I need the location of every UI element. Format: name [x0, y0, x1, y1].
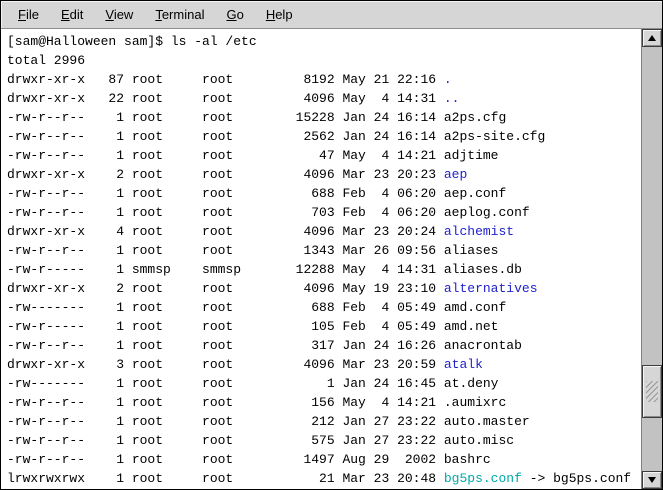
- scroll-up-icon: [648, 35, 656, 41]
- terminal-line: -rw-r----- 1 smmsp smmsp 12288 May 4 14:…: [7, 260, 641, 279]
- text-segment: -rw-r--r-- 1 root root 15228 Jan 24 16:1…: [7, 110, 506, 125]
- menu-item-terminal[interactable]: Terminal: [144, 4, 215, 26]
- text-segment: -rw-r--r-- 1 root root 2562 Jan 24 16:14…: [7, 129, 545, 144]
- terminal-line: drwxr-xr-x 22 root root 4096 May 4 14:31…: [7, 89, 641, 108]
- menu-item-go[interactable]: Go: [215, 4, 254, 26]
- terminal-line: -rw-r--r-- 1 root root 1497 Aug 29 2002 …: [7, 450, 641, 469]
- terminal-line: -rw-r--r-- 1 root root 47 May 4 14:21 ad…: [7, 146, 641, 165]
- scrollbar: [641, 29, 662, 489]
- terminal-line: [sam@Halloween sam]$ ls -al /etc: [7, 32, 641, 51]
- terminal-line: drwxr-xr-x 2 root root 4096 Mar 23 20:23…: [7, 165, 641, 184]
- terminal-line: -rw-r--r-- 1 root root 575 Jan 27 23:22 …: [7, 431, 641, 450]
- text-segment: -> bg5ps.conf: [522, 471, 631, 486]
- text-segment: -rw------- 1 root root 1 Jan 24 16:45 at…: [7, 376, 498, 391]
- menu-item-edit[interactable]: Edit: [50, 4, 94, 26]
- menu-item-file[interactable]: File: [7, 4, 50, 26]
- terminal-line: -rw-r--r-- 1 root root 15228 Jan 24 16:1…: [7, 108, 641, 127]
- scrollbar-thumb[interactable]: [642, 365, 662, 418]
- terminal-line: -rw-r--r-- 1 root root 1343 Mar 26 09:56…: [7, 241, 641, 260]
- text-segment: -rw-r--r-- 1 root root 703 Feb 4 06:20 a…: [7, 205, 530, 220]
- text-segment: -rw-r--r-- 1 root root 47 May 4 14:21 ad…: [7, 148, 498, 163]
- text-segment: [sam@Halloween sam]$ ls -al /etc: [7, 34, 257, 49]
- directory-name: ..: [444, 91, 460, 106]
- scrollbar-up-button[interactable]: [642, 29, 662, 47]
- terminal-screen[interactable]: [sam@Halloween sam]$ ls -al /etc total 29…: [1, 29, 641, 489]
- directory-name: alternatives: [444, 281, 538, 296]
- text-segment: drwxr-xr-x 2 root root 4096 Mar 23 20:23: [7, 167, 444, 182]
- directory-name: .: [444, 72, 452, 87]
- terminal-line: lrwxrwxrwx 1 root root 21 Mar 23 20:48 b…: [7, 469, 641, 488]
- text-segment: drwxr-xr-x 2 root root 4096 May 19 23:10: [7, 281, 444, 296]
- terminal-line: -rw-r--r-- 1 root root 317 Jan 24 16:26 …: [7, 336, 641, 355]
- terminal-window: FileEditViewTerminalGoHelp [sam@Hallowee…: [0, 0, 663, 490]
- scrollbar-down-button[interactable]: [642, 471, 662, 489]
- terminal-line: -rw-r----- 1 root root 105 Feb 4 05:49 a…: [7, 317, 641, 336]
- text-segment: drwxr-xr-x 3 root root 4096 Mar 23 20:59: [7, 357, 444, 372]
- text-segment: -rw-r--r-- 1 root root 212 Jan 27 23:22 …: [7, 414, 530, 429]
- text-segment: -rw-r----- 1 smmsp smmsp 12288 May 4 14:…: [7, 262, 522, 277]
- directory-name: atalk: [444, 357, 483, 372]
- menu-item-help[interactable]: Help: [255, 4, 304, 26]
- text-segment: -rw-r----- 1 root root 105 Feb 4 05:49 a…: [7, 319, 498, 334]
- symlink-name: bg5ps.conf: [444, 471, 522, 486]
- text-segment: -rw------- 1 root root 688 Feb 4 05:49 a…: [7, 300, 506, 315]
- text-segment: total 2996: [7, 53, 85, 68]
- text-segment: drwxr-xr-x 22 root root 4096 May 4 14:31: [7, 91, 444, 106]
- text-segment: -rw-r--r-- 1 root root 575 Jan 27 23:22 …: [7, 433, 514, 448]
- terminal-line: drwxr-xr-x 3 root root 4096 Mar 23 20:59…: [7, 355, 641, 374]
- terminal-line: -rw-r--r-- 1 root root 703 Feb 4 06:20 a…: [7, 203, 641, 222]
- terminal-line: drwxr-xr-x 2 root root 4096 May 19 23:10…: [7, 279, 641, 298]
- directory-name: aep: [444, 167, 467, 182]
- menu-bar: FileEditViewTerminalGoHelp: [1, 1, 662, 29]
- text-segment: -rw-r--r-- 1 root root 156 May 4 14:21 .…: [7, 395, 506, 410]
- text-segment: -rw-r--r-- 1 root root 1497 Aug 29 2002 …: [7, 452, 491, 467]
- text-segment: drwxr-xr-x 87 root root 8192 May 21 22:1…: [7, 72, 444, 87]
- scrollbar-trough[interactable]: [642, 47, 662, 471]
- terminal-line: -rw-r--r-- 1 root root 688 Feb 4 06:20 a…: [7, 184, 641, 203]
- directory-name: alchemist: [444, 224, 514, 239]
- terminal-line: -rw------- 1 root root 688 Feb 4 05:49 a…: [7, 298, 641, 317]
- text-segment: -rw-r--r-- 1 root root 688 Feb 4 06:20 a…: [7, 186, 506, 201]
- terminal-line: -rw-r--r-- 1 root root 156 May 4 14:21 .…: [7, 393, 641, 412]
- text-segment: -rw-r--r-- 1 root root 317 Jan 24 16:26 …: [7, 338, 522, 353]
- terminal-line: drwxr-xr-x 87 root root 8192 May 21 22:1…: [7, 70, 641, 89]
- terminal-line: total 2996: [7, 51, 641, 70]
- terminal-content: [sam@Halloween sam]$ ls -al /etc total 29…: [1, 29, 662, 489]
- text-segment: drwxr-xr-x 4 root root 4096 Mar 23 20:24: [7, 224, 444, 239]
- text-segment: -rw-r--r-- 1 root root 1343 Mar 26 09:56…: [7, 243, 498, 258]
- terminal-line: -rw-r--r-- 1 root root 212 Jan 27 23:22 …: [7, 412, 641, 431]
- terminal-line: -rw-r--r-- 1 root root 2562 Jan 24 16:14…: [7, 127, 641, 146]
- terminal-line: drwxr-xr-x 4 root root 4096 Mar 23 20:24…: [7, 222, 641, 241]
- terminal-line: -rw------- 1 root root 1 Jan 24 16:45 at…: [7, 374, 641, 393]
- menu-item-view[interactable]: View: [94, 4, 144, 26]
- text-segment: lrwxrwxrwx 1 root root 21 Mar 23 20:48: [7, 471, 444, 486]
- scroll-down-icon: [648, 477, 656, 483]
